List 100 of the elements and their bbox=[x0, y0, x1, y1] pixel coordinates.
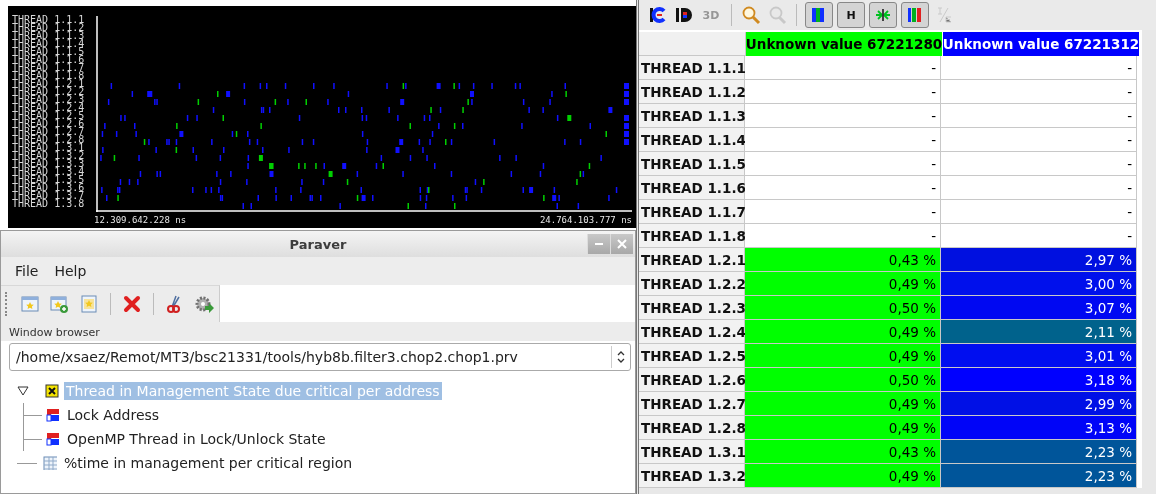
thread-label: THREAD 1.1.5 bbox=[12, 48, 86, 56]
column-header: Unknown value 67221312 bbox=[943, 32, 1140, 56]
toggle-button[interactable]: H bbox=[837, 2, 865, 28]
table-cell: 2,23 % bbox=[941, 440, 1137, 464]
table-cell: 0,49 % bbox=[745, 272, 941, 296]
color-c-icon bbox=[648, 5, 668, 25]
thread-label: THREAD 1.3.5 bbox=[12, 176, 86, 184]
thread-label: THREAD 1.1.3 bbox=[12, 32, 86, 40]
thread-label: THREAD 1.2.1 bbox=[12, 80, 86, 88]
row-header: THREAD 1.2.3 bbox=[639, 296, 745, 320]
zoom-icon bbox=[741, 5, 761, 25]
table-cell: - bbox=[745, 200, 941, 224]
thread-label: THREAD 1.3.8 bbox=[12, 200, 86, 208]
expanded-triangle-icon[interactable] bbox=[17, 386, 29, 396]
thread-label: THREAD 1.1.7 bbox=[12, 64, 86, 72]
row-header: THREAD 1.2.1 bbox=[639, 248, 745, 272]
table-cell: 0,49 % bbox=[745, 416, 941, 440]
table-cell: 2,99 % bbox=[941, 392, 1137, 416]
add-window-icon bbox=[49, 294, 70, 314]
toggle-button[interactable] bbox=[805, 2, 833, 28]
time-label: 24.764.103.777 ns bbox=[539, 215, 632, 225]
tree-item[interactable]: %time in management per critical region bbox=[62, 454, 355, 472]
section-label: Window browser bbox=[1, 322, 635, 341]
table-cell: - bbox=[745, 152, 941, 176]
trace-dropdown[interactable]: /home/xsaez/Remot/MT3/bsc21331/tools/hyb8b.filter3.chop2.chop1.prv bbox=[9, 343, 631, 371]
table-cell: 2,11 % bbox=[941, 320, 1137, 344]
thread-label: THREAD 1.2.4 bbox=[12, 104, 86, 112]
time-label: 12.309.642.228 ns bbox=[94, 215, 187, 225]
up-down-arrow-icon bbox=[616, 350, 626, 364]
table-cell: - bbox=[745, 128, 941, 152]
table-cell: - bbox=[941, 80, 1137, 104]
cross-icon bbox=[45, 384, 59, 398]
table-cell: - bbox=[941, 176, 1137, 200]
tree-item[interactable]: OpenMP Thread in Lock/Unlock State bbox=[65, 430, 328, 448]
table-cell: - bbox=[745, 176, 941, 200]
row-header: THREAD 1.3.1 bbox=[639, 440, 745, 464]
table-cell: 3,13 % bbox=[941, 416, 1137, 440]
thread-label: THREAD 1.3.1 bbox=[12, 144, 86, 152]
timeline-icon bbox=[46, 432, 60, 446]
gear-icon bbox=[194, 294, 215, 314]
thread-label: THREAD 1.3.7 bbox=[12, 192, 86, 200]
row-header: THREAD 1.2.5 bbox=[639, 344, 745, 368]
table-cell: 0,49 % bbox=[745, 344, 941, 368]
thread-label: THREAD 1.2.5 bbox=[12, 112, 86, 120]
table-cell: - bbox=[941, 56, 1137, 80]
thread-label: THREAD 1.1.8 bbox=[12, 72, 86, 80]
thread-label: THREAD 1.2.8 bbox=[12, 136, 86, 144]
window-icon bbox=[79, 294, 100, 314]
menu-item[interactable]: Help bbox=[46, 263, 95, 279]
toggle-button[interactable] bbox=[901, 2, 929, 28]
thread-label: THREAD 1.2.2 bbox=[12, 88, 86, 96]
thread-label: THREAD 1.1.1 bbox=[12, 16, 86, 24]
row-header: THREAD 1.2.2 bbox=[639, 272, 745, 296]
column-header: Unknown value 67221280 bbox=[746, 32, 943, 56]
tree-item[interactable]: Lock Address bbox=[65, 406, 162, 424]
table-cell: 3,01 % bbox=[941, 344, 1137, 368]
table-cell: - bbox=[745, 104, 941, 128]
row-header: THREAD 1.2.6 bbox=[639, 368, 745, 392]
thread-label: THREAD 1.1.6 bbox=[12, 56, 86, 64]
table-cell: 3,00 % bbox=[941, 272, 1137, 296]
table-cell: 0,50 % bbox=[745, 368, 941, 392]
thread-label: THREAD 1.2.3 bbox=[12, 96, 86, 104]
zoom-button[interactable] bbox=[740, 4, 762, 26]
table-cell: 0,43 % bbox=[745, 248, 941, 272]
color-d-icon bbox=[674, 5, 694, 25]
table-cell: - bbox=[941, 128, 1137, 152]
table-cell: 3,18 % bbox=[941, 368, 1137, 392]
row-header: THREAD 1.3.2 bbox=[639, 464, 745, 488]
table-cell: 0,49 % bbox=[745, 464, 941, 488]
menu-item[interactable]: File bbox=[7, 263, 47, 279]
table-cell: - bbox=[941, 224, 1137, 248]
row-header: THREAD 1.1.4 bbox=[639, 128, 745, 152]
zoom-icon bbox=[767, 5, 787, 25]
table-icon bbox=[43, 456, 57, 470]
row-header: THREAD 1.1.6 bbox=[639, 176, 745, 200]
thread-label: THREAD 1.3.3 bbox=[12, 160, 86, 168]
toggle-button[interactable] bbox=[869, 2, 897, 28]
table-cell: - bbox=[941, 200, 1137, 224]
table-cell: 0,43 % bbox=[745, 440, 941, 464]
row-header: THREAD 1.2.7 bbox=[639, 392, 745, 416]
close-icon bbox=[617, 239, 627, 249]
window-title: Paraver bbox=[289, 236, 347, 252]
row-header: THREAD 1.1.2 bbox=[639, 80, 745, 104]
row-header: THREAD 1.1.5 bbox=[639, 152, 745, 176]
table-cell: 0,49 % bbox=[745, 392, 941, 416]
thread-label: THREAD 1.2.6 bbox=[12, 120, 86, 128]
table-cell: - bbox=[745, 224, 941, 248]
table-cell: 0,50 % bbox=[745, 296, 941, 320]
minimize-button[interactable] bbox=[587, 234, 610, 254]
row-header: THREAD 1.1.1 bbox=[639, 56, 745, 80]
thread-label: THREAD 1.1.4 bbox=[12, 40, 86, 48]
thread-label: THREAD 1.3.2 bbox=[12, 152, 86, 160]
row-header: THREAD 1.1.7 bbox=[639, 200, 745, 224]
minimize-icon bbox=[595, 243, 603, 245]
table-cell: - bbox=[941, 152, 1137, 176]
row-header: THREAD 1.2.8 bbox=[639, 416, 745, 440]
close-button[interactable] bbox=[610, 234, 633, 254]
table-cell: 2,23 % bbox=[941, 464, 1137, 488]
thread-label: THREAD 1.1.2 bbox=[12, 24, 86, 32]
table-cell: - bbox=[745, 56, 941, 80]
